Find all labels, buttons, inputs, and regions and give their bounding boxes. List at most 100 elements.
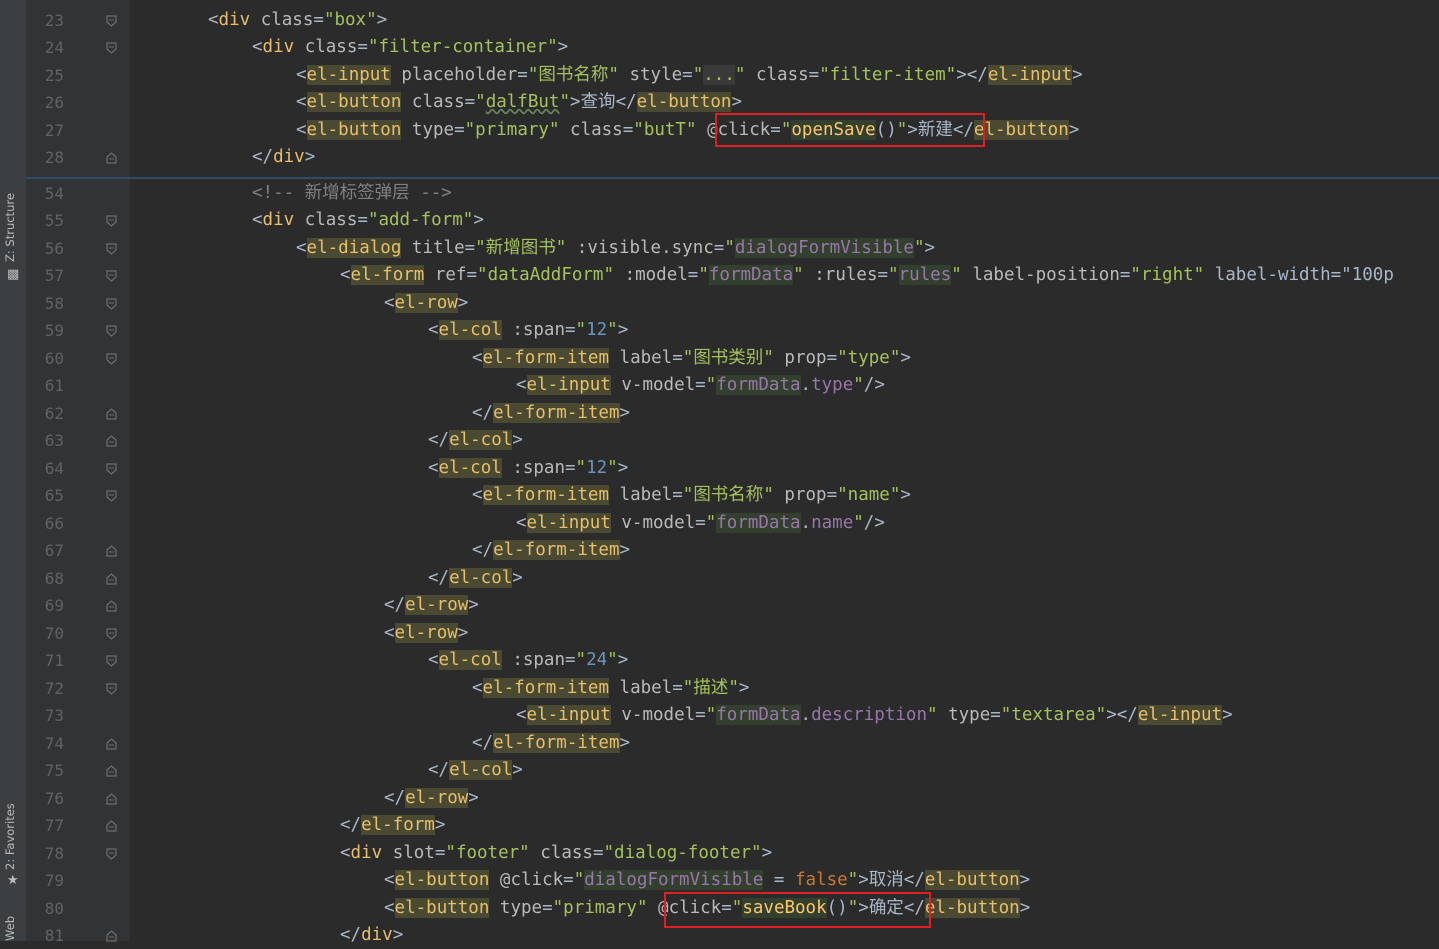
code-line[interactable]: </el-col> (428, 427, 523, 454)
highlight-box-opensave (715, 113, 985, 147)
line-number: 55 (44, 211, 64, 230)
code-line[interactable]: <el-form ref="dataAddForm" :model="formD… (340, 262, 1394, 289)
code-line[interactable]: <el-row> (384, 620, 468, 647)
line-number: 64 (44, 459, 64, 478)
line-number: 26 (44, 93, 64, 112)
line-number: 28 (44, 148, 64, 167)
fold-open-icon[interactable] (106, 683, 117, 695)
line-number: 57 (44, 266, 64, 285)
code-line[interactable]: <el-form-item label="图书名称" prop="name"> (472, 482, 911, 509)
code-line[interactable]: <el-button @click="dialogFormVisible = f… (384, 867, 1030, 894)
line-number: 70 (44, 624, 64, 643)
code-line[interactable]: <el-col :span="12"> (428, 455, 628, 482)
code-line[interactable]: <div slot="footer" class="dialog-footer"… (340, 840, 772, 867)
line-number: 67 (44, 541, 64, 560)
structure-icon: ▩ (7, 267, 20, 282)
code-line[interactable]: </el-col> (428, 565, 523, 592)
code-line[interactable]: </el-form-item> (472, 537, 630, 564)
star-icon: ★ (7, 873, 19, 888)
code-line[interactable]: </div> (252, 144, 315, 171)
line-number: 65 (44, 486, 64, 505)
fold-open-icon[interactable] (106, 42, 117, 54)
code-line[interactable]: <el-input v-model="formData.name"/> (516, 510, 885, 537)
code-line[interactable]: <el-form-item label="描述"> (472, 675, 749, 702)
fold-close-icon[interactable] (106, 765, 117, 777)
code-line[interactable]: </el-col> (428, 757, 523, 784)
line-number: 60 (44, 349, 64, 368)
fold-open-icon[interactable] (106, 848, 117, 860)
fold-close-icon[interactable] (106, 793, 117, 805)
structure-tab[interactable]: Z: Structure (3, 193, 17, 262)
code-line[interactable]: </el-row> (384, 592, 479, 619)
fold-close-icon[interactable] (106, 573, 117, 585)
line-number: 25 (44, 66, 64, 85)
line-number: 61 (44, 376, 64, 395)
line-number: 69 (44, 596, 64, 615)
line-number: 23 (44, 11, 64, 30)
line-number: 68 (44, 569, 64, 588)
code-line[interactable]: <el-col :span="12"> (428, 317, 628, 344)
fold-open-icon[interactable] (106, 655, 117, 667)
code-line[interactable]: <div class="filter-container"> (252, 34, 568, 61)
line-number: 72 (44, 679, 64, 698)
code-line[interactable]: </el-form-item> (472, 400, 630, 427)
code-line[interactable]: </el-row> (384, 785, 479, 812)
web-tab[interactable]: Web (3, 916, 17, 941)
line-number: 75 (44, 761, 64, 780)
line-number: 56 (44, 239, 64, 258)
line-number: 81 (44, 926, 64, 945)
fold-close-icon[interactable] (106, 600, 117, 612)
line-number: 71 (44, 651, 64, 670)
code-line[interactable]: <el-button class="dalfBut">查询</el-button… (296, 89, 742, 116)
code-line[interactable]: </el-form> (340, 812, 445, 839)
code-line[interactable]: <div class="box"> (208, 7, 387, 34)
line-number: 27 (44, 121, 64, 140)
fold-close-icon[interactable] (106, 820, 117, 832)
fold-close-icon[interactable] (106, 545, 117, 557)
line-number: 80 (44, 899, 64, 918)
code-line[interactable]: </div> (340, 922, 403, 949)
line-number: 74 (44, 734, 64, 753)
fold-close-icon[interactable] (106, 152, 117, 164)
line-number: 58 (44, 294, 64, 313)
code-line[interactable]: <el-input v-model="formData.description"… (516, 702, 1233, 729)
code-line[interactable]: <div class="add-form"> (252, 207, 484, 234)
fold-open-icon[interactable] (106, 463, 117, 475)
line-number: 63 (44, 431, 64, 450)
line-number: 76 (44, 789, 64, 808)
fold-open-icon[interactable] (106, 353, 117, 365)
fold-close-icon[interactable] (106, 738, 117, 750)
tool-window-strip: Z: Structure ▩ 2: Favorites ★ Web (0, 0, 27, 941)
line-number: 79 (44, 871, 64, 890)
code-line[interactable]: <el-dialog title="新增图书" :visible.sync="d… (296, 235, 935, 262)
code-line[interactable]: <el-row> (384, 290, 468, 317)
fold-open-icon[interactable] (106, 298, 117, 310)
fold-close-icon[interactable] (106, 435, 117, 447)
line-number: 78 (44, 844, 64, 863)
favorites-tab[interactable]: 2: Favorites (3, 803, 17, 870)
fold-open-icon[interactable] (106, 243, 117, 255)
line-number: 24 (44, 38, 64, 57)
fold-open-icon[interactable] (106, 490, 117, 502)
highlight-box-savebook (664, 892, 931, 928)
fold-open-icon[interactable] (106, 15, 117, 27)
fold-open-icon[interactable] (106, 270, 117, 282)
fold-close-icon[interactable] (106, 408, 117, 420)
code-line[interactable]: <el-input placeholder="图书名称" style="..."… (296, 62, 1083, 89)
fold-close-icon[interactable] (106, 930, 117, 942)
code-line[interactable]: <el-form-item label="图书类别" prop="type"> (472, 345, 911, 372)
code-line[interactable]: <!-- 新增标签弹层 --> (252, 180, 452, 207)
line-number: 54 (44, 184, 64, 203)
line-number: 62 (44, 404, 64, 423)
fold-open-icon[interactable] (106, 325, 117, 337)
line-number: 73 (44, 706, 64, 725)
code-line[interactable]: <el-col :span="24"> (428, 647, 628, 674)
code-line[interactable]: </el-form-item> (472, 730, 630, 757)
line-number: 59 (44, 321, 64, 340)
line-number: 77 (44, 816, 64, 835)
line-number: 66 (44, 514, 64, 533)
code-line[interactable]: <el-input v-model="formData.type"/> (516, 372, 885, 399)
fold-open-icon[interactable] (106, 628, 117, 640)
fold-open-icon[interactable] (106, 215, 117, 227)
fold-separator (26, 177, 1439, 179)
